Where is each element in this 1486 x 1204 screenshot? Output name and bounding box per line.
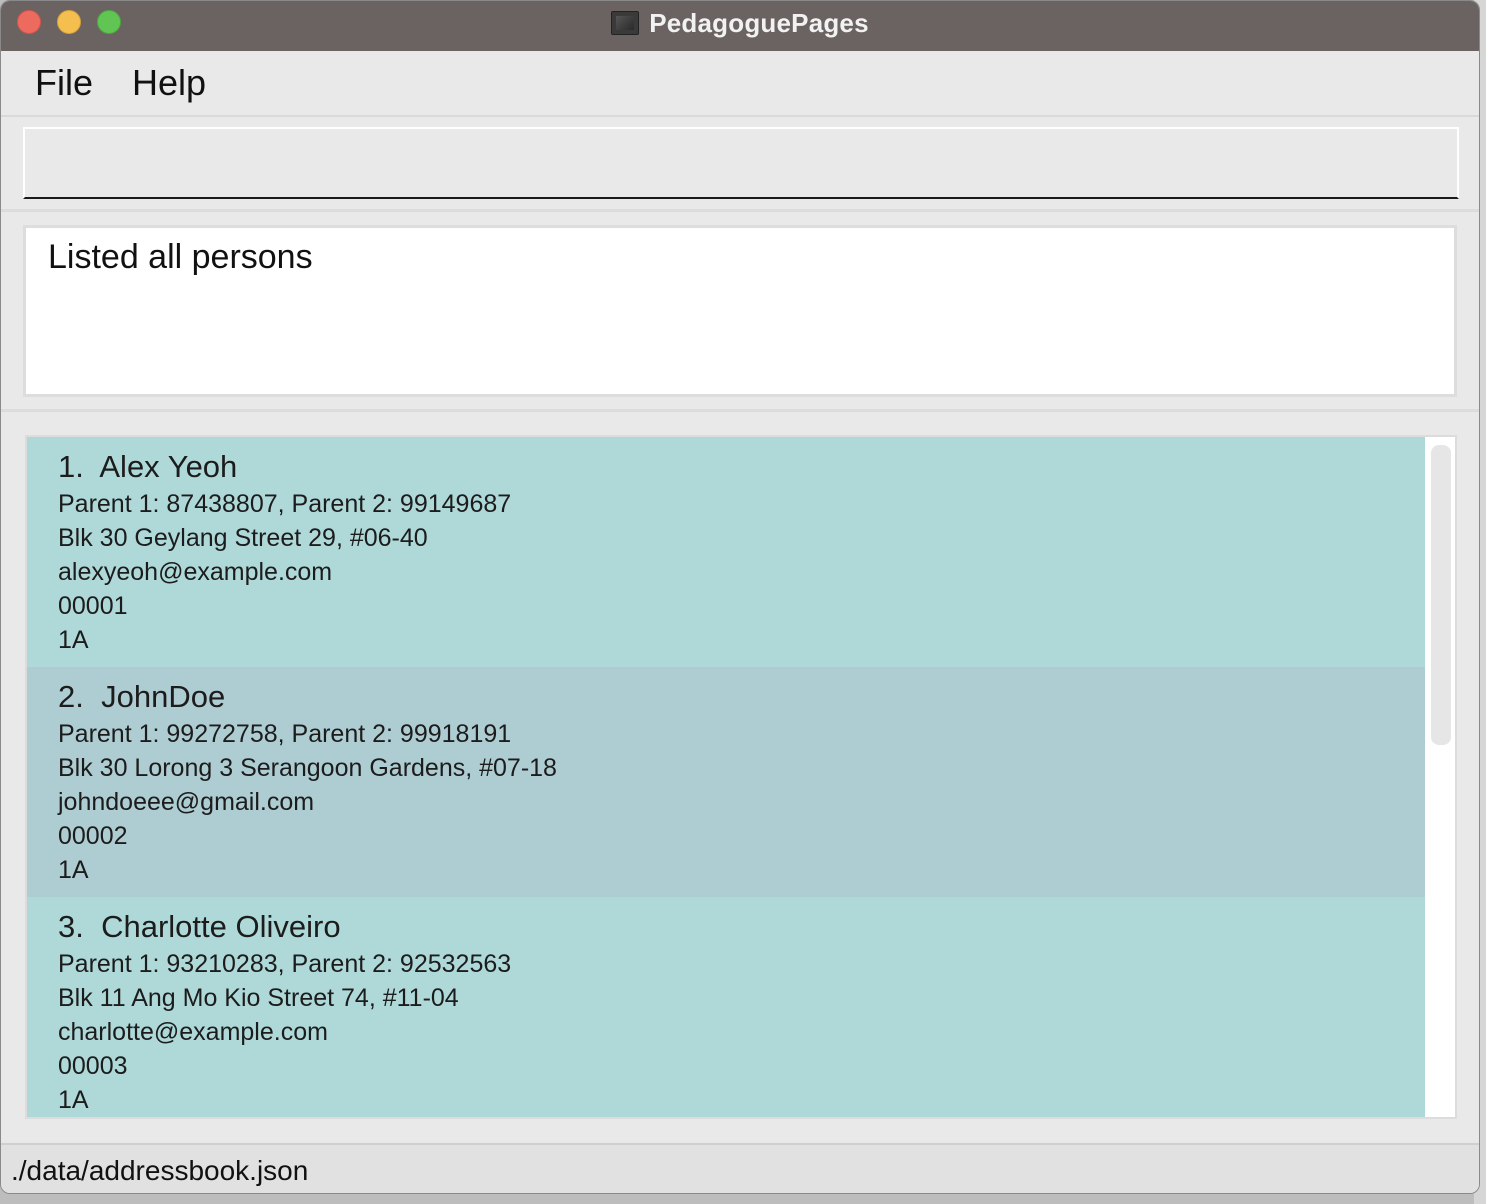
list-scrollbar-thumb[interactable] (1431, 445, 1451, 745)
save-file-path: ./data/addressbook.json (11, 1155, 309, 1186)
person-name-line: 3. Charlotte Oliveiro (58, 909, 1425, 945)
window-title: PedagoguePages (649, 7, 869, 38)
command-box-panel (1, 117, 1479, 212)
person-name-line: 2. JohnDoe (58, 679, 1425, 715)
person-email: alexyeoh@example.com (58, 558, 333, 586)
title-bar: PedagoguePages (1, 1, 1479, 52)
window-title-group: PedagoguePages (1, 1, 1479, 45)
command-input[interactable] (23, 127, 1459, 199)
person-name: JohnDoe (101, 679, 226, 714)
person-email: johndoeee@gmail.com (58, 788, 315, 816)
result-display: Listed all persons (23, 225, 1457, 397)
menu-file[interactable]: File (1, 62, 93, 104)
person-name: Alex Yeoh (99, 449, 238, 484)
person-address: Blk 11 Ang Mo Kio Street 74, #11-04 (58, 984, 459, 1012)
person-list-panel: 1. Alex Yeoh Parent 1: 87438807, Parent … (1, 413, 1479, 1141)
person-class: 1A (58, 1086, 89, 1114)
person-class: 1A (58, 626, 89, 654)
person-address: Blk 30 Lorong 3 Serangoon Gardens, #07-1… (58, 754, 557, 782)
menu-bar: File Help (1, 51, 1479, 117)
person-name: Charlotte Oliveiro (101, 909, 341, 944)
person-index: 3. (58, 909, 84, 944)
person-parents: Parent 1: 99272758, Parent 2: 99918191 (58, 720, 512, 748)
person-student-id: 00003 (58, 1052, 128, 1080)
person-email: charlotte@example.com (58, 1018, 328, 1046)
person-index: 1. (58, 449, 84, 484)
person-parents: Parent 1: 93210283, Parent 2: 92532563 (58, 950, 512, 978)
menu-help[interactable]: Help (98, 62, 206, 104)
person-class: 1A (58, 856, 89, 884)
person-card[interactable]: 3. Charlotte Oliveiro Parent 1: 93210283… (27, 897, 1425, 1117)
person-list[interactable]: 1. Alex Yeoh Parent 1: 87438807, Parent … (25, 435, 1457, 1119)
app-window: PedagoguePages File Help Listed all pers… (0, 0, 1480, 1194)
status-bar: ./data/addressbook.json (1, 1143, 1479, 1193)
person-student-id: 00001 (58, 592, 128, 620)
person-index: 2. (58, 679, 84, 714)
person-name-line: 1. Alex Yeoh (58, 449, 1425, 485)
person-address: Blk 30 Geylang Street 29, #06-40 (58, 524, 428, 552)
result-display-panel: Listed all persons (1, 213, 1479, 412)
person-card[interactable]: 2. JohnDoe Parent 1: 99272758, Parent 2:… (27, 667, 1425, 897)
person-student-id: 00002 (58, 822, 128, 850)
app-icon (611, 11, 640, 35)
person-card[interactable]: 1. Alex Yeoh Parent 1: 87438807, Parent … (27, 437, 1425, 667)
person-parents: Parent 1: 87438807, Parent 2: 99149687 (58, 490, 512, 518)
result-message: Listed all persons (48, 238, 313, 276)
